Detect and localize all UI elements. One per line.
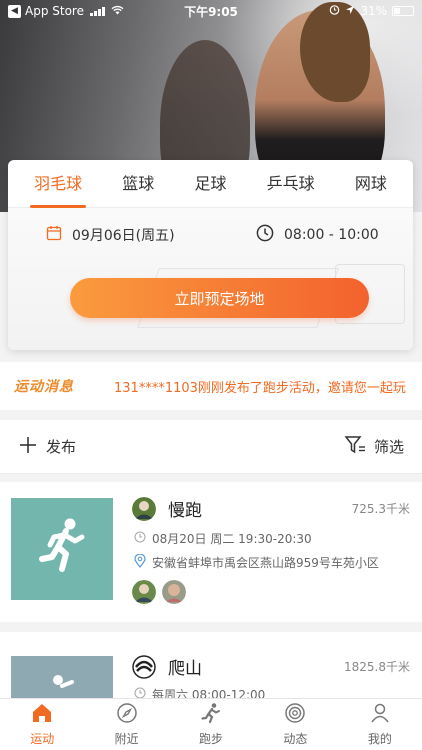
tabbar-item-nearby[interactable]: 附近	[84, 699, 168, 750]
app-screen: ◀ App Store 下午9:05 31% 羽毛球 篮球 足球 乒乓球 网球 …	[0, 0, 422, 750]
activity-title: 慢跑	[168, 501, 202, 521]
map-pin-icon	[134, 553, 146, 571]
tab-football[interactable]: 足球	[190, 160, 230, 208]
filter-icon	[344, 435, 366, 459]
home-icon	[31, 702, 53, 727]
selected-date: 09月06日(周五)	[72, 228, 175, 244]
activity-card[interactable]: 慢跑 725.3千米 08月20日 周二 19:30-20:30 安徽省蚌埠市禹…	[0, 482, 422, 622]
organizer-avatar[interactable]	[132, 654, 156, 679]
activity-title: 爬山	[168, 659, 202, 679]
tabbar-item-running[interactable]: 跑步	[169, 699, 253, 750]
tabbar-label: 附近	[114, 732, 139, 746]
activity-thumbnail[interactable]	[11, 498, 113, 600]
activity-address-row: 安徽省蚌埠市禹会区燕山路959号车苑小区	[134, 553, 379, 571]
filter-button[interactable]: 筛选	[344, 435, 404, 459]
tabbar-label: 跑步	[199, 732, 224, 746]
bottom-tab-bar: 运动 附近 跑步 动态 我的	[0, 698, 422, 750]
status-time: 下午9:05	[184, 4, 238, 19]
time-picker[interactable]: 08:00 - 10:00	[256, 224, 379, 246]
activity-time-row: 08月20日 周二 19:30-20:30	[134, 530, 312, 547]
publish-label: 发布	[46, 438, 77, 456]
venue-booking-card: 羽毛球 篮球 足球 乒乓球 网球 09月06日(周五) 08:00 - 10:0…	[8, 160, 413, 350]
status-bar: ◀ App Store 下午9:05 31%	[0, 0, 422, 22]
participant-avatars	[132, 580, 186, 604]
book-venue-button[interactable]: 立即预定场地	[70, 278, 369, 318]
tabbar-label: 我的	[367, 732, 392, 746]
calendar-icon	[46, 225, 62, 245]
activity-news-strip[interactable]: 运动消息 131****1103刚刚发布了跑步活动，邀请您一起玩	[0, 362, 422, 410]
activity-time: 08月20日 周二 19:30-20:30	[152, 532, 312, 546]
news-logo: 运动消息	[14, 379, 74, 395]
activity-address: 安徽省蚌埠市禹会区燕山路959号车苑小区	[152, 556, 379, 570]
clock-icon	[256, 224, 274, 246]
tabbar-item-sports[interactable]: 运动	[0, 699, 84, 750]
tabbar-label: 运动	[30, 732, 55, 746]
tabbar-item-profile[interactable]: 我的	[338, 699, 422, 750]
participant-avatar[interactable]	[132, 580, 156, 604]
participant-avatar[interactable]	[162, 580, 186, 604]
news-message[interactable]: 131****1103刚刚发布了跑步活动，邀请您一起玩	[114, 377, 406, 396]
activity-title-row: 爬山	[132, 654, 202, 679]
date-time-row: 09月06日(周五) 08:00 - 10:00	[8, 220, 413, 250]
sport-tabs: 羽毛球 篮球 足球 乒乓球 网球	[8, 160, 413, 208]
tab-table-tennis[interactable]: 乒乓球	[263, 160, 319, 208]
date-picker[interactable]: 09月06日(周五)	[46, 225, 175, 245]
list-toolbar: 发布 筛选	[0, 420, 422, 474]
compass-icon	[116, 702, 138, 727]
tab-basketball[interactable]: 篮球	[118, 160, 158, 208]
radar-icon	[284, 702, 306, 727]
activity-card[interactable]: 爬山 1825.8千米 每周六 08:00-12:00	[0, 632, 422, 716]
activity-distance: 1825.8千米	[344, 660, 410, 674]
runner-icon	[36, 517, 88, 581]
filter-label: 筛选	[373, 438, 404, 456]
organizer-avatar[interactable]	[132, 496, 156, 521]
tabbar-label: 动态	[283, 732, 308, 746]
clock-icon	[134, 531, 146, 546]
tab-badminton[interactable]: 羽毛球	[30, 160, 87, 208]
selected-time-range: 08:00 - 10:00	[284, 227, 379, 243]
activity-distance: 725.3千米	[351, 502, 410, 516]
battery-icon	[392, 6, 414, 16]
activity-title-row: 慢跑	[132, 496, 202, 521]
tab-tennis[interactable]: 网球	[351, 160, 391, 208]
tabbar-item-feed[interactable]: 动态	[253, 699, 337, 750]
user-icon	[369, 702, 391, 727]
plus-icon	[18, 435, 38, 459]
publish-button[interactable]: 发布	[18, 435, 76, 459]
runner-icon	[200, 702, 222, 727]
